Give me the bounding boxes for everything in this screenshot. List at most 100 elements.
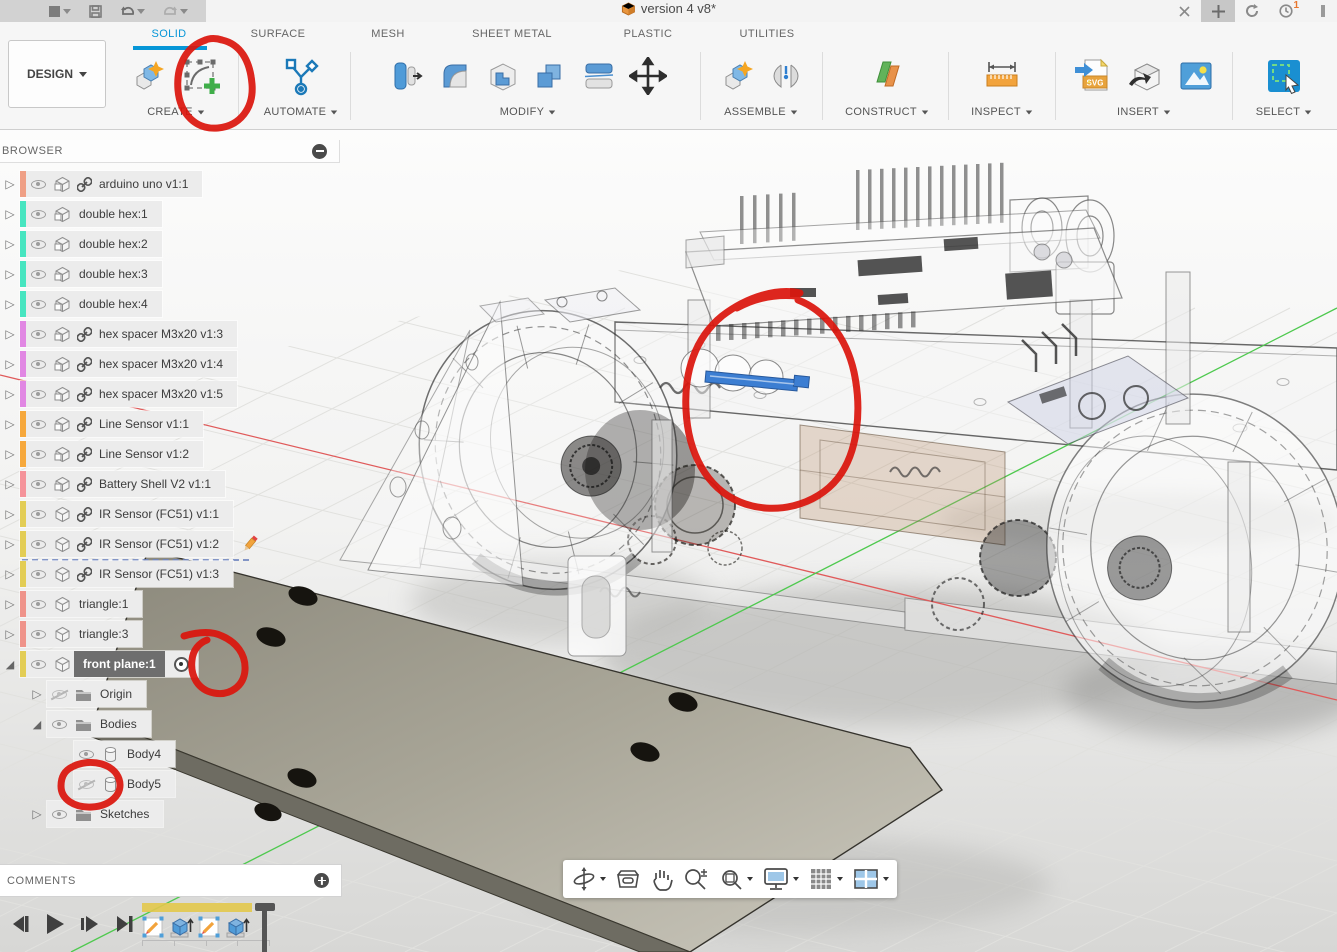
expand-arrow-icon[interactable]	[27, 718, 47, 731]
fillet-icon[interactable]	[437, 58, 473, 94]
visibility-eye-icon[interactable]	[47, 690, 71, 699]
expand-arrow-icon[interactable]	[27, 687, 47, 701]
pan-icon[interactable]	[650, 866, 674, 892]
select-icon[interactable]	[1264, 56, 1304, 96]
visibility-eye-icon[interactable]	[74, 780, 98, 789]
tab-mesh[interactable]: MESH	[371, 28, 404, 40]
expand-arrow-icon[interactable]	[0, 387, 20, 401]
expand-arrow-icon[interactable]	[0, 297, 20, 311]
visibility-eye-icon[interactable]	[26, 360, 50, 369]
expand-arrow-icon[interactable]	[0, 507, 20, 521]
undo-icon[interactable]	[120, 5, 145, 18]
joint-icon[interactable]	[768, 58, 804, 94]
tab-solid[interactable]: SOLID	[151, 28, 186, 40]
measure-icon[interactable]	[982, 58, 1022, 94]
browser-row[interactable]: Battery Shell V2 v1:1	[0, 469, 345, 499]
construct-plane-icon[interactable]	[867, 56, 907, 96]
expand-arrow-icon[interactable]	[0, 357, 20, 371]
expand-arrow-icon[interactable]	[0, 207, 20, 221]
combine-icon[interactable]	[533, 58, 569, 94]
refresh-icon[interactable]	[1235, 0, 1269, 22]
browser-row[interactable]: Body4	[54, 739, 345, 769]
browser-row[interactable]: Line Sensor v1:1	[0, 409, 345, 439]
visibility-eye-icon[interactable]	[26, 660, 50, 669]
split-body-icon[interactable]	[581, 58, 617, 94]
timeline-play-button[interactable]	[43, 912, 65, 936]
orbit-icon[interactable]	[571, 866, 606, 892]
browser-row[interactable]: Body5	[54, 769, 345, 799]
shell-icon[interactable]	[485, 58, 521, 94]
insert-svg-icon[interactable]: SVG	[1073, 56, 1113, 96]
browser-row[interactable]: Line Sensor v1:2	[0, 439, 345, 469]
expand-arrow-icon[interactable]	[0, 477, 20, 491]
timeline-skip-end-button[interactable]	[113, 912, 135, 936]
visibility-eye-icon[interactable]	[74, 750, 98, 759]
group-label-select[interactable]: SELECT	[1256, 106, 1313, 118]
expand-arrow-icon[interactable]	[0, 267, 20, 281]
browser-row[interactable]: front plane:1	[0, 649, 345, 679]
visibility-eye-icon[interactable]	[26, 240, 50, 249]
visibility-eye-icon[interactable]	[47, 810, 71, 819]
automate-icon[interactable]	[281, 56, 321, 96]
visibility-eye-icon[interactable]	[47, 720, 71, 729]
browser-row[interactable]: triangle:3	[0, 619, 345, 649]
expand-arrow-icon[interactable]	[0, 567, 20, 581]
tab-utilities[interactable]: UTILITIES	[740, 28, 795, 40]
browser-row[interactable]: double hex:4	[0, 289, 345, 319]
browser-row[interactable]: Sketches	[27, 799, 345, 829]
browser-row[interactable]: IR Sensor (FC51) v1:1	[0, 499, 345, 529]
save-icon[interactable]	[89, 5, 102, 18]
new-tab-icon[interactable]	[1201, 0, 1235, 22]
tab-plastic[interactable]: PLASTIC	[624, 28, 673, 40]
browser-row[interactable]: hex spacer M3x20 v1:4	[0, 349, 345, 379]
browser-row[interactable]: hex spacer M3x20 v1:5	[0, 379, 345, 409]
browser-row[interactable]: Origin	[27, 679, 345, 709]
visibility-eye-icon[interactable]	[26, 420, 50, 429]
browser-row[interactable]: IR Sensor (FC51) v1:3	[0, 559, 345, 589]
timeline-sketch-feature[interactable]	[196, 914, 222, 940]
group-label-construct[interactable]: CONSTRUCT	[845, 106, 929, 118]
expand-arrow-icon[interactable]	[0, 417, 20, 431]
visibility-eye-icon[interactable]	[26, 570, 50, 579]
expand-arrow-icon[interactable]	[0, 177, 20, 191]
expand-arrow-icon[interactable]	[0, 237, 20, 251]
browser-row[interactable]: double hex:1	[0, 199, 345, 229]
new-component-icon[interactable]	[129, 57, 167, 95]
visibility-eye-icon[interactable]	[26, 480, 50, 489]
tab-sheet-metal[interactable]: SHEET METAL	[472, 28, 552, 40]
browser-row[interactable]: hex spacer M3x20 v1:3	[0, 319, 345, 349]
visibility-eye-icon[interactable]	[26, 270, 50, 279]
ground-radio-button[interactable]	[174, 657, 189, 672]
grid-snap-icon[interactable]	[808, 866, 843, 892]
browser-row[interactable]: arduino uno v1:1	[0, 169, 345, 199]
visibility-eye-icon[interactable]	[26, 450, 50, 459]
browser-row[interactable]: double hex:2	[0, 229, 345, 259]
close-tab-icon[interactable]	[1167, 0, 1201, 22]
expand-arrow-icon[interactable]	[0, 537, 20, 551]
group-label-automate[interactable]: AUTOMATE	[264, 106, 339, 118]
assemble-new-component-icon[interactable]	[718, 57, 756, 95]
insert-mesh-icon[interactable]	[1125, 56, 1165, 96]
tab-surface[interactable]: SURFACE	[251, 28, 306, 40]
browser-row[interactable]: double hex:3	[0, 259, 345, 289]
browser-row[interactable]: IR Sensor (FC51) v1:2	[0, 529, 345, 559]
expand-arrow-icon[interactable]	[0, 447, 20, 461]
group-label-insert[interactable]: INSERT	[1117, 106, 1171, 118]
create-sketch-icon[interactable]	[179, 54, 223, 98]
move-copy-icon[interactable]	[629, 57, 667, 95]
browser-row[interactable]: triangle:1	[0, 589, 345, 619]
visibility-eye-icon[interactable]	[26, 180, 50, 189]
insert-canvas-icon[interactable]	[1177, 57, 1215, 95]
collapse-panel-button[interactable]	[312, 144, 327, 159]
timeline-extrude-feature[interactable]	[224, 914, 250, 940]
display-settings-icon[interactable]	[762, 866, 799, 892]
visibility-eye-icon[interactable]	[26, 210, 50, 219]
press-pull-icon[interactable]	[389, 58, 425, 94]
visibility-eye-icon[interactable]	[26, 390, 50, 399]
visibility-eye-icon[interactable]	[26, 330, 50, 339]
timeline-step-back-button[interactable]	[8, 912, 30, 936]
visibility-eye-icon[interactable]	[26, 630, 50, 639]
fit-view-icon[interactable]	[718, 866, 753, 892]
timeline-scrubber[interactable]	[254, 903, 276, 952]
group-label-create[interactable]: CREATE	[147, 106, 205, 118]
